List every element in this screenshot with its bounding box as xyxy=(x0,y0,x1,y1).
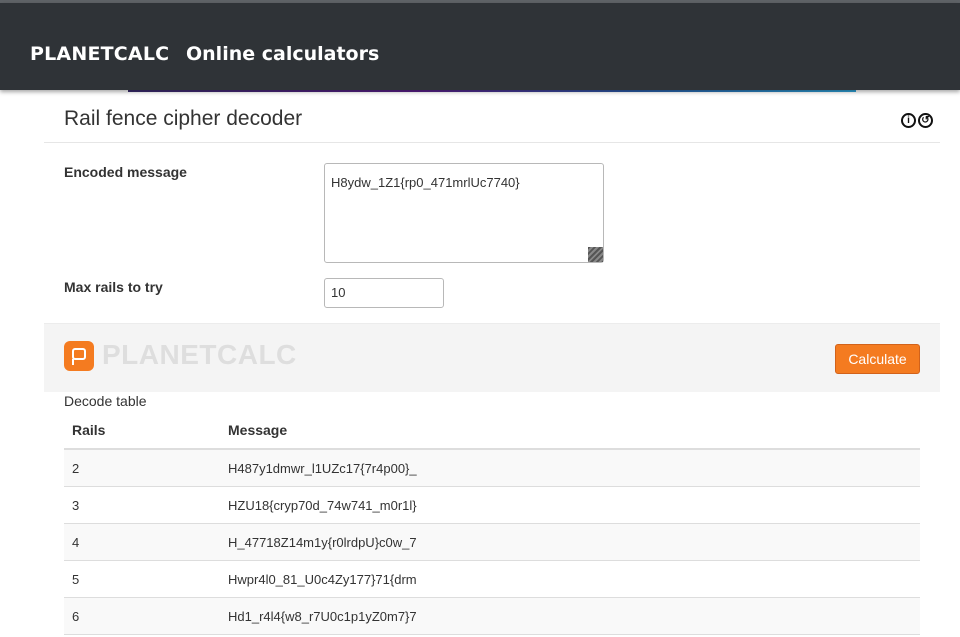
table-row: 3 HZU18{cryp70d_74w741_m0r1l} xyxy=(64,486,920,524)
rails-header: Rails xyxy=(64,411,220,450)
online-calculators-link[interactable]: Online calculators xyxy=(186,43,379,65)
planetcalc-logo-text: PLANETCALC xyxy=(102,339,297,370)
refresh-icon[interactable]: ↺ xyxy=(918,113,933,128)
decode-table-caption: Decode table xyxy=(64,393,147,409)
message-cell: Hwpr4l0_81_U0c4Zy177}71{drm xyxy=(220,560,920,598)
rails-cell: 6 xyxy=(64,597,220,635)
table-row: 5 Hwpr4l0_81_U0c4Zy177}71{drm xyxy=(64,560,920,598)
planetcalc-logo-icon xyxy=(64,341,94,371)
max-rails-label: Max rails to try xyxy=(64,279,163,295)
page-title: Rail fence cipher decoder xyxy=(64,107,303,130)
message-cell: H_47718Z14m1y{r0lrdpU}c0w_7 xyxy=(220,523,920,561)
encoded-message-label: Encoded message xyxy=(64,164,187,180)
resize-handle[interactable] xyxy=(588,247,603,262)
title-icons: i ↺ xyxy=(901,113,933,128)
rails-cell: 2 xyxy=(64,449,220,487)
message-header: Message xyxy=(220,411,920,450)
encoded-message-value: H8ydw_1Z1{rp0_471mrlUc7740} xyxy=(331,175,520,190)
calculate-bar: PLANETCALC Calculate xyxy=(44,323,940,392)
max-rails-input[interactable]: 10 xyxy=(324,278,444,308)
table-header-row: Rails Message xyxy=(64,411,920,450)
rails-cell: 3 xyxy=(64,486,220,524)
table-row: 6 Hd1_r4l4{w8_r7U0c1p1yZ0m7}7 xyxy=(64,597,920,635)
table-row: 4 H_47718Z14m1y{r0lrdpU}c0w_7 xyxy=(64,523,920,561)
message-cell: HZU18{cryp70d_74w741_m0r1l} xyxy=(220,486,920,524)
brand-link[interactable]: PLANETCALC xyxy=(30,43,169,65)
calculate-button[interactable]: Calculate xyxy=(835,344,920,374)
rails-cell: 4 xyxy=(64,523,220,561)
divider xyxy=(44,142,940,143)
decode-table: Rails Message 2 H487y1dmwr_l1UZc17{7r4p0… xyxy=(64,411,920,635)
message-cell: H487y1dmwr_l1UZc17{7r4p00}_ xyxy=(220,449,920,487)
navbar: PLANETCALC Online calculators xyxy=(0,3,960,90)
rails-cell: 5 xyxy=(64,560,220,598)
info-icon[interactable]: i xyxy=(901,113,916,128)
table-row: 2 H487y1dmwr_l1UZc17{7r4p00}_ xyxy=(64,449,920,487)
encoded-message-input[interactable]: H8ydw_1Z1{rp0_471mrlUc7740} xyxy=(324,163,604,263)
message-cell: Hd1_r4l4{w8_r7U0c1p1yZ0m7}7 xyxy=(220,597,920,635)
